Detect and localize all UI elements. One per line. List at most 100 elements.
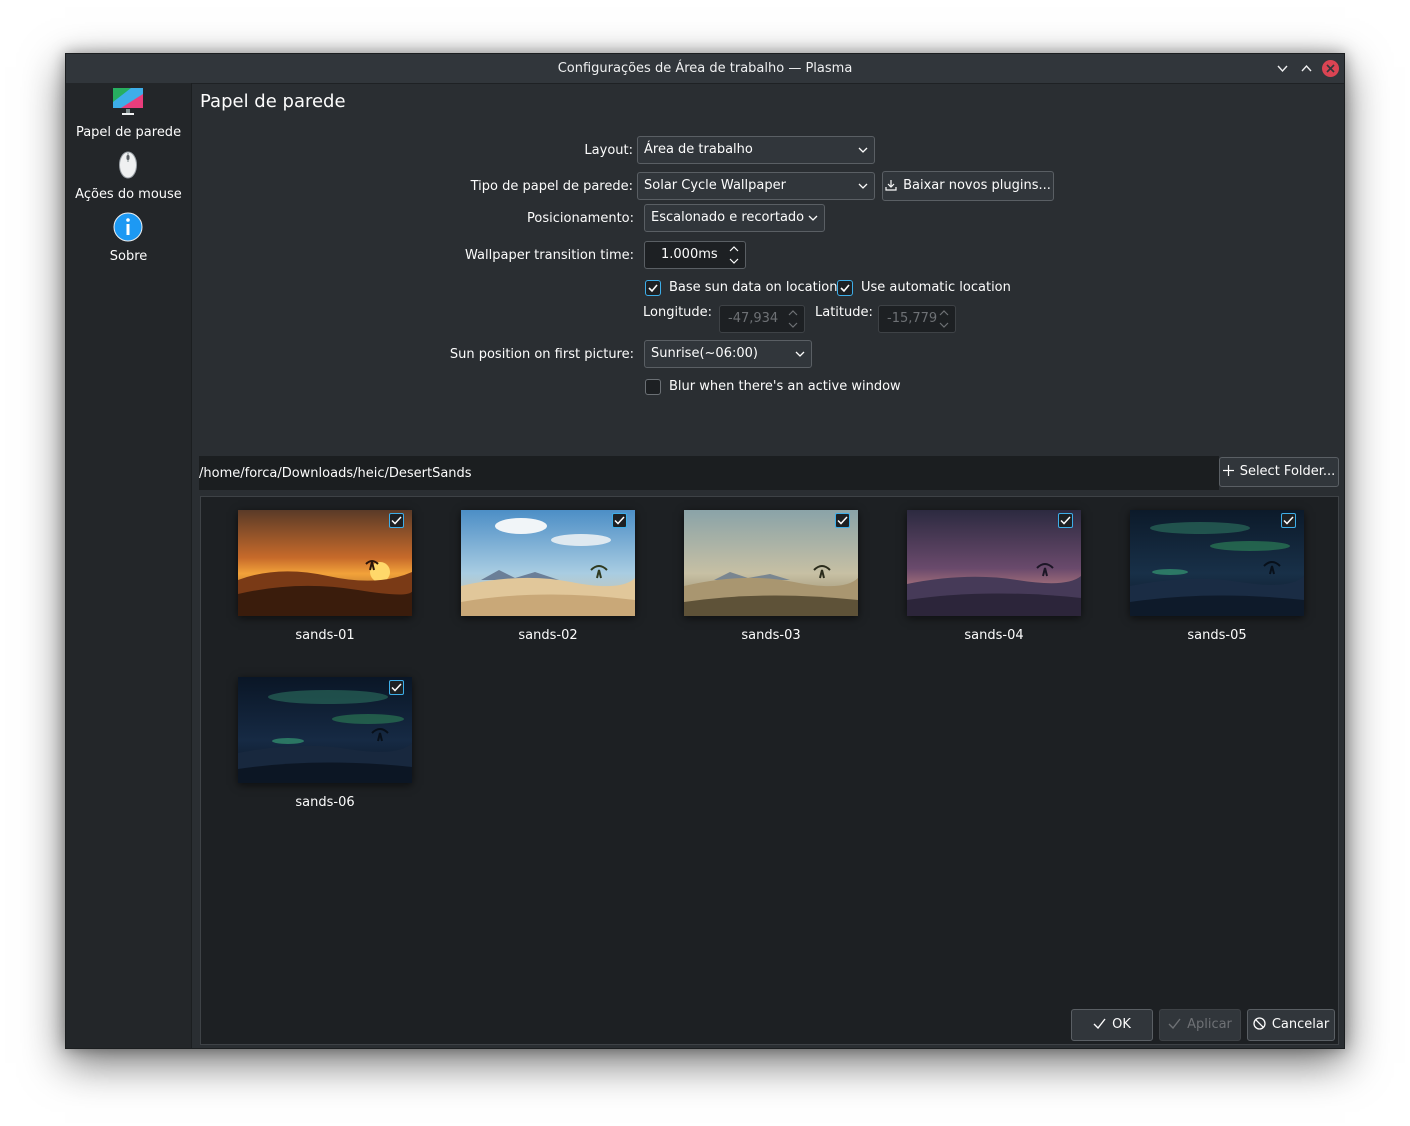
sidebar-item-wallpaper[interactable]: Papel de parede	[66, 88, 191, 146]
chevron-down-icon	[858, 183, 868, 189]
transition-time-value: 1.000ms	[661, 247, 718, 262]
base-sun-checkbox[interactable]	[645, 280, 661, 296]
window-title: Configurações de Área de trabalho — Plas…	[557, 61, 853, 76]
folder-path: /home/forca/Downloads/heic/DesertSands	[199, 466, 472, 481]
spin-arrows-icon[interactable]	[729, 246, 739, 264]
wallpaper-grid: sands-01 sands-02 sands-03 sands-04 sand…	[200, 496, 1339, 1045]
wallpaper-preview	[461, 510, 635, 616]
ok-label: OK	[1112, 1017, 1131, 1032]
apply-label: Aplicar	[1187, 1017, 1232, 1032]
thumbnail-checkbox[interactable]	[1058, 513, 1073, 528]
chevron-down-icon	[1277, 65, 1288, 73]
sun-position-select[interactable]: Sunrise(~06:00)	[644, 340, 812, 368]
checkmark-icon	[1060, 516, 1071, 525]
positioning-select[interactable]: Escalonado e recortado	[644, 204, 825, 232]
checkmark-icon	[391, 683, 402, 692]
wallpaper-thumbnail-sands-05[interactable]	[1130, 510, 1304, 616]
wallpaper-thumbnail-sands-03[interactable]	[684, 510, 858, 616]
title-bar[interactable]: Configurações de Área de trabalho — Plas…	[66, 54, 1344, 84]
minimize-button[interactable]	[1274, 60, 1291, 77]
layout-select[interactable]: Área de trabalho	[637, 136, 875, 164]
cancel-icon	[1253, 1017, 1266, 1030]
sun-position-value: Sunrise(~06:00)	[651, 346, 758, 361]
mouse-icon	[119, 151, 137, 179]
spin-arrows-icon	[788, 310, 798, 328]
positioning-value: Escalonado e recortado	[651, 210, 805, 225]
wallpaper-thumbnail-sands-06[interactable]	[238, 677, 412, 783]
latitude-spinbox[interactable]: -15,779	[878, 305, 956, 333]
positioning-label: Posicionamento:	[527, 211, 634, 226]
get-new-plugins-button[interactable]: Baixar novos plugins...	[882, 171, 1054, 201]
settings-window: Configurações de Área de trabalho — Plas…	[65, 53, 1345, 1049]
select-folder-label: Select Folder...	[1239, 464, 1336, 479]
thumbnail-checkbox[interactable]	[1281, 513, 1296, 528]
wallpaper-name: sands-06	[295, 795, 355, 810]
sun-position-label: Sun position on first picture:	[449, 347, 634, 362]
wallpaper-name: sands-04	[964, 628, 1024, 643]
spin-arrows-icon	[939, 310, 949, 328]
wallpaper-type-select[interactable]: Solar Cycle Wallpaper	[637, 172, 875, 200]
apply-button[interactable]: Aplicar	[1159, 1009, 1241, 1041]
wallpaper-thumbnail-sands-04[interactable]	[907, 510, 1081, 616]
page-title: Papel de parede	[200, 91, 346, 112]
maximize-button[interactable]	[1298, 60, 1315, 77]
checkmark-icon	[837, 516, 848, 525]
longitude-label: Longitude:	[643, 305, 713, 320]
latitude-value: -15,779	[887, 311, 938, 326]
wallpaper-preview	[238, 510, 412, 616]
thumbnail-checkbox[interactable]	[389, 513, 404, 528]
close-icon	[1322, 60, 1339, 77]
sidebar-item-about[interactable]: Sobre	[66, 212, 191, 270]
thumbnail-checkbox[interactable]	[389, 680, 404, 695]
transition-time-label: Wallpaper transition time:	[465, 248, 634, 263]
wallpaper-thumbnail-sands-01[interactable]	[238, 510, 412, 616]
wallpaper-name: sands-01	[295, 628, 355, 643]
sidebar: Papel de parede Ações do mouse Sobre	[66, 83, 192, 1048]
cancel-button[interactable]: Cancelar	[1247, 1009, 1335, 1041]
cancel-label: Cancelar	[1271, 1017, 1330, 1032]
checkmark-icon	[1283, 516, 1294, 525]
ok-button[interactable]: OK	[1071, 1009, 1153, 1041]
wallpaper-name: sands-05	[1187, 628, 1247, 643]
chevron-up-icon	[1301, 64, 1312, 72]
wallpaper-thumbnail-sands-02[interactable]	[461, 510, 635, 616]
wallpaper-type-value: Solar Cycle Wallpaper	[644, 178, 786, 193]
checkmark-icon	[1093, 1018, 1106, 1030]
info-icon	[113, 212, 143, 242]
longitude-spinbox[interactable]: -47,934	[719, 305, 805, 333]
thumbnail-checkbox[interactable]	[835, 513, 850, 528]
transition-time-spinbox[interactable]: 1.000ms	[644, 241, 746, 269]
wallpaper-name: sands-02	[518, 628, 578, 643]
blur-label[interactable]: Blur when there's an active window	[669, 379, 901, 394]
checkmark-icon	[614, 516, 625, 525]
wallpaper-preview	[1130, 510, 1304, 616]
wallpaper-preview	[907, 510, 1081, 616]
latitude-label: Latitude:	[815, 305, 873, 320]
chevron-down-icon	[858, 147, 868, 153]
select-folder-button[interactable]: Select Folder...	[1219, 457, 1339, 487]
get-new-plugins-label: Baixar novos plugins...	[903, 178, 1051, 193]
checkmark-icon	[840, 284, 850, 293]
close-button[interactable]	[1322, 60, 1339, 77]
auto-location-label[interactable]: Use automatic location	[861, 280, 1011, 295]
checkmark-icon	[391, 516, 402, 525]
wallpaper-name: sands-03	[741, 628, 801, 643]
main-content: Papel de parede Layout: Área de trabalho…	[192, 83, 1344, 1048]
chevron-down-icon	[808, 215, 818, 221]
plus-icon	[1222, 465, 1234, 476]
thumbnail-checkbox[interactable]	[612, 513, 627, 528]
sidebar-item-mouse-actions[interactable]: Ações do mouse	[66, 150, 191, 208]
layout-value: Área de trabalho	[644, 142, 753, 157]
layout-label: Layout:	[584, 143, 633, 158]
monitor-wallpaper-icon	[113, 88, 143, 115]
auto-location-checkbox[interactable]	[837, 280, 853, 296]
wallpaper-type-label: Tipo de papel de parede:	[470, 179, 633, 194]
sidebar-item-label: Ações do mouse	[75, 187, 182, 202]
sidebar-item-label: Papel de parede	[75, 125, 182, 140]
checkmark-icon	[648, 284, 658, 293]
longitude-value: -47,934	[728, 311, 779, 326]
sidebar-item-label: Sobre	[109, 249, 148, 264]
download-icon	[885, 179, 897, 191]
base-sun-label[interactable]: Base sun data on location	[669, 280, 838, 295]
blur-checkbox[interactable]	[645, 379, 661, 395]
